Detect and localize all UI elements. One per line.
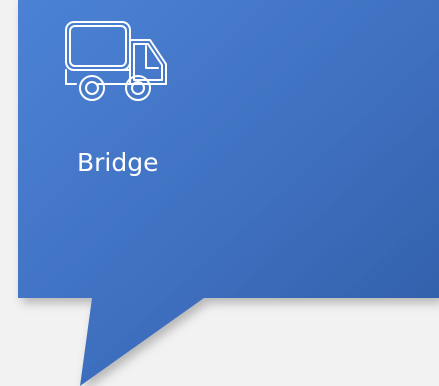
callout-label: Bridge <box>77 148 159 177</box>
truck-icon <box>64 18 172 104</box>
callout-stage: Bridge <box>0 0 439 386</box>
